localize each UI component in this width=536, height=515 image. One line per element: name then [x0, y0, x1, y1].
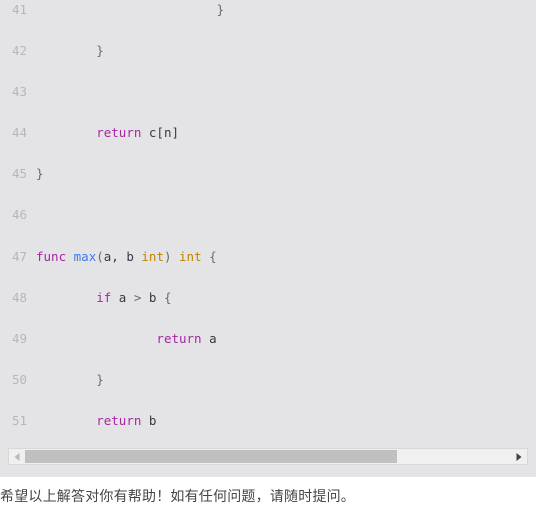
code-token: return — [96, 413, 142, 429]
code-line: 47 func max(a, b int) int { — [0, 247, 536, 268]
code-token: b — [141, 289, 164, 305]
code-token: max — [73, 248, 97, 264]
code-line: 46 — [0, 205, 536, 226]
code-line-source: } — [36, 372, 104, 387]
scrollbar-track[interactable] — [25, 449, 511, 464]
line-number: 51 — [11, 413, 27, 429]
code-token: a — [111, 289, 134, 305]
code-line-source: return a — [36, 331, 217, 346]
line-number: 41 — [11, 1, 27, 17]
code-line: 43 — [0, 82, 536, 103]
code-scroll-viewport[interactable]: 41 } 42 } 43 44 return c[n] 45} 46 47 fun… — [0, 0, 536, 443]
line-number: 46 — [11, 207, 27, 223]
triangle-left-icon[interactable] — [9, 449, 25, 464]
code-token: } — [96, 372, 104, 388]
code-token: } — [96, 42, 104, 58]
code-token: if — [96, 289, 112, 305]
code-line: 44 return c[n] — [0, 123, 536, 144]
code-lines: 41 } 42 } 43 44 return c[n] 45} 46 47 fun… — [0, 0, 536, 443]
code-token: a, b — [103, 248, 142, 264]
horizontal-scrollbar[interactable] — [8, 448, 528, 465]
code-token: c[n] — [141, 125, 180, 141]
code-line: 49 return a — [0, 329, 536, 350]
chat-code-answer-view: 41 } 42 } 43 44 return c[n] 45} 46 47 fun… — [0, 0, 536, 515]
code-line: 48 if a > b { — [0, 288, 536, 309]
code-line: 51 return b — [0, 411, 536, 432]
line-number: 42 — [11, 42, 27, 58]
scrollbar-thumb[interactable] — [25, 450, 397, 463]
code-line-source: return c[n] — [36, 125, 179, 140]
code-token: { — [209, 248, 217, 264]
code-token: int — [179, 248, 202, 264]
code-line-source: } — [36, 166, 44, 181]
code-token: b — [141, 413, 157, 429]
code-token: } — [216, 1, 225, 17]
line-number: 50 — [11, 372, 27, 388]
code-line-source: } — [36, 1, 225, 17]
code-line: 41 } — [0, 0, 536, 20]
code-token: return — [156, 331, 202, 346]
line-number: 48 — [11, 289, 27, 305]
code-token: func — [36, 248, 67, 264]
line-number: 45 — [11, 166, 27, 182]
code-line: 45} — [0, 164, 536, 185]
code-token: { — [163, 289, 172, 305]
footer-message: 希望以上解答对你有帮助！如有任何问题，请随时提问。 — [0, 489, 355, 505]
code-token: return — [96, 125, 142, 141]
code-line-source: } — [36, 43, 104, 58]
line-number: 43 — [11, 83, 27, 99]
code-token: int — [141, 248, 164, 264]
code-line-source: if a > b { — [36, 289, 172, 305]
code-line: 50 } — [0, 370, 536, 391]
code-block: 41 } 42 } 43 44 return c[n] 45} 46 47 fun… — [0, 0, 536, 477]
code-line: 42 } — [0, 41, 536, 62]
code-token: ) — [163, 248, 172, 264]
line-number: 44 — [11, 125, 27, 141]
triangle-right-icon[interactable] — [511, 449, 527, 464]
line-number: 47 — [11, 248, 27, 264]
code-token: ( — [96, 248, 104, 264]
code-line-source: return b — [36, 413, 156, 428]
line-number: 49 — [11, 331, 27, 346]
code-token: a — [201, 331, 217, 346]
code-line-source: func max(a, b int) int { — [36, 249, 217, 264]
code-token: } — [36, 166, 44, 182]
